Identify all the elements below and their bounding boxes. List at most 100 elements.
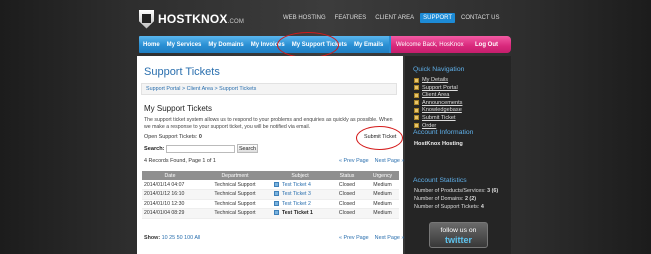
account-name: HostKnox Hosting [414,141,463,147]
ticket-icon [274,200,279,206]
page-size-options[interactable]: 10 25 50 100 All [162,235,201,241]
description-text: The support ticket system allows us to r… [144,117,393,130]
quick-links: My Details Support Portal Client Area An… [414,77,462,129]
site-logo[interactable]: HOSTKNOX.COM [139,9,244,29]
nav-my-services[interactable]: My Services [167,42,202,48]
pager-bottom: « Prev Page Next Page » [333,235,404,241]
prev-page-link[interactable]: « Prev Page [339,158,369,164]
table-header-row: Date Department Subject Status Urgency [142,171,399,180]
shield-logo-icon [139,9,154,29]
sidebar-item-knowledgebase[interactable]: Knowledgebase [414,107,462,113]
folder-icon [414,77,419,83]
ticket-department: Technical Support [198,208,272,219]
table-row[interactable]: 2014/01/10 12:30 Technical Support Test … [142,199,399,209]
account-statistics: Number of Products/Services: 3 (6) Numbe… [414,187,498,211]
sidebar-item-support-portal[interactable]: Support Portal [414,85,462,91]
col-header-urgency[interactable]: Urgency [366,171,399,180]
search-button[interactable]: Search [237,144,258,153]
stat-products: Number of Products/Services: 3 (6) [414,188,499,194]
open-tickets-value: 0 [198,134,202,140]
sidebar-item-announcements[interactable]: Announcements [414,100,462,106]
next-page-link[interactable]: Next Page » [375,235,405,241]
topnav-web-hosting[interactable]: WEB HOSTING [280,13,329,23]
open-tickets-label: Open Support Tickets: [144,134,198,140]
ticket-subject-link[interactable]: Test Ticket 3 [282,191,311,197]
brand-name: HOSTKNOX [158,12,228,26]
sidebar-item-order[interactable]: Order [414,122,462,129]
folder-icon [414,107,419,113]
ticket-icon [274,191,279,197]
ticket-department: Technical Support [198,180,272,190]
top-navigation: WEB HOSTING FEATURES CLIENT AREA SUPPORT… [280,13,506,23]
tickets-table: Date Department Subject Status Urgency 2… [142,171,399,219]
show-label: Show: [144,235,161,241]
ticket-icon [274,210,279,216]
ticket-urgency: Medium [366,199,399,209]
section-title: My Support Tickets [144,104,213,113]
ticket-date: 2014/01/12 16:10 [142,189,198,200]
topnav-support[interactable]: SUPPORT [420,13,456,23]
account-statistics-title: Account Statistics [413,177,467,184]
ticket-subject-cell: Test Ticket 2 [272,199,328,209]
col-header-status[interactable]: Status [328,171,366,180]
col-header-department[interactable]: Department [198,171,272,180]
ticket-icon [274,181,279,187]
twitter-logo-text: twitter [445,235,472,245]
quick-navigation-title: Quick Navigation [413,66,465,73]
ticket-subject-link[interactable]: Test Ticket 1 [282,210,313,216]
col-header-subject[interactable]: Subject [272,171,328,180]
ticket-urgency: Medium [366,189,399,200]
ticket-department: Technical Support [198,199,272,209]
sidebar-item-submit-ticket[interactable]: Submit Ticket [414,115,462,121]
sidebar-item-client-area[interactable]: Client Area [414,92,462,98]
topnav-contact-us[interactable]: CONTACT US [458,13,502,23]
nav-my-emails[interactable]: My Emails [354,42,383,48]
ticket-urgency: Medium [366,180,399,190]
page-size-selector: Show: 10 25 50 100 All [144,235,200,241]
ticket-subject-cell: Test Ticket 1 [272,208,328,219]
ticket-status: Closed [328,189,366,200]
table-row[interactable]: 2014/01/14 04:07 Technical Support Test … [142,180,399,190]
sidebar-item-my-details[interactable]: My Details [414,77,462,83]
twitter-follow-button[interactable]: follow us on twitter [429,222,488,248]
ticket-subject-link[interactable]: Test Ticket 2 [282,201,311,207]
folder-icon [414,85,419,91]
ticket-subject-link[interactable]: Test Ticket 4 [282,182,311,188]
open-tickets-count: Open Support Tickets: 0 [144,134,202,140]
topnav-client-area[interactable]: CLIENT AREA [372,13,417,23]
ticket-date: 2014/01/04 08:29 [142,208,198,219]
logout-button[interactable]: Log Out [475,42,506,48]
twitter-follow-text: follow us on [440,227,477,234]
ticket-status: Closed [328,199,366,209]
stat-domains: Number of Domains: 2 (2) [414,196,477,202]
search-label: Search: [144,146,165,152]
prev-page-link[interactable]: « Prev Page [339,235,369,241]
account-information-title: Account Information [413,129,474,136]
pager-top: « Prev Page Next Page » [333,158,404,164]
table-row[interactable]: 2014/01/12 16:10 Technical Support Test … [142,189,399,200]
folder-icon [414,100,419,106]
nav-home[interactable]: Home [143,42,160,48]
search-input[interactable] [166,145,235,153]
ticket-status: Closed [328,180,366,190]
records-info: 4 Records Found, Page 1 of 1 [144,158,216,164]
ticket-department: Technical Support [198,189,272,200]
annotation-circle-submit-ticket [356,126,403,150]
col-header-date[interactable]: Date [142,171,198,180]
brand-suffix: .COM [227,19,245,25]
folder-icon [414,123,419,129]
topnav-features[interactable]: FEATURES [332,13,370,23]
ticket-status: Closed [328,208,366,219]
table-row[interactable]: 2014/01/04 08:29 Technical Support Test … [142,208,399,219]
ticket-subject-cell: Test Ticket 4 [272,180,328,190]
nav-my-domains[interactable]: My Domains [208,42,243,48]
folder-icon [414,115,419,121]
next-page-link[interactable]: Next Page » [375,158,405,164]
folder-icon [414,92,419,98]
stat-support-tickets: Number of Support Tickets: 4 [414,204,484,210]
annotation-circle-support-tickets [277,32,339,58]
breadcrumb[interactable]: Support Portal > Client Area > Support T… [141,83,397,95]
main-navigation: Home My Services My Domains My Invoices … [143,36,390,53]
ticket-date: 2014/01/10 12:30 [142,199,198,209]
user-bar: Welcome Back, HosKnox Log Out [391,36,511,53]
